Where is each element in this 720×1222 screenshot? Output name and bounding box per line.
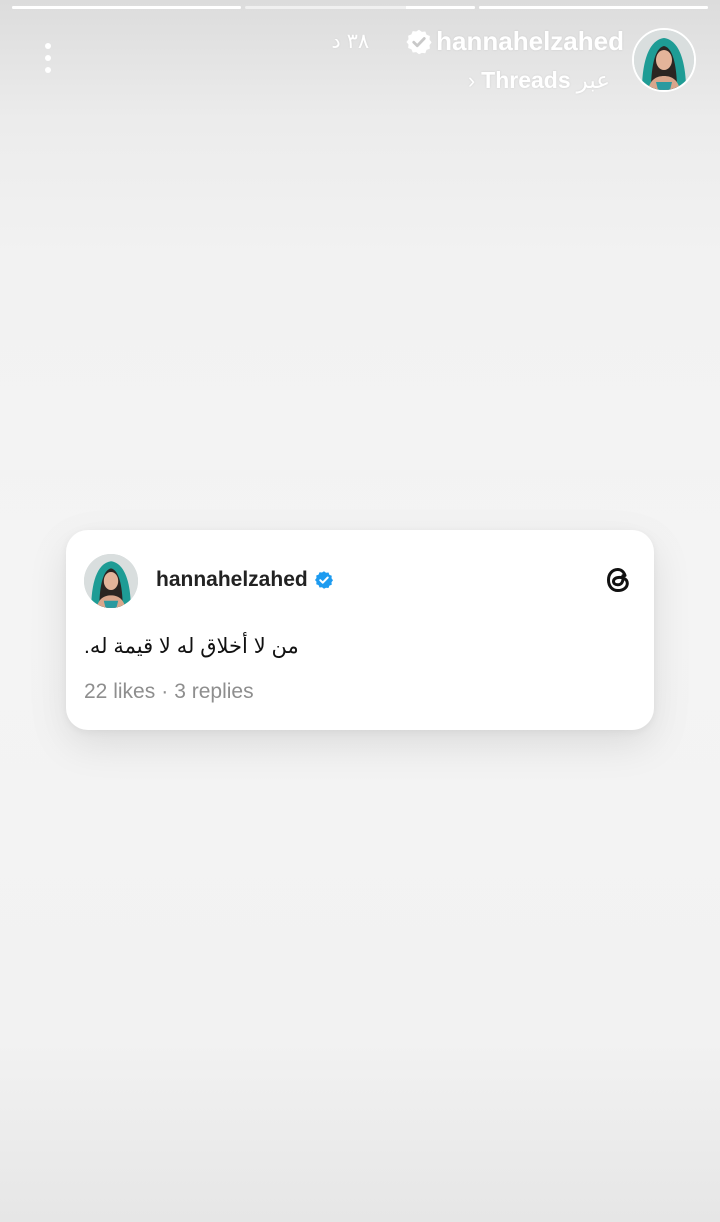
more-vertical-icon-dot xyxy=(45,67,51,73)
card-avatar-image xyxy=(84,554,138,608)
progress-fill xyxy=(405,6,475,9)
stats-separator: · xyxy=(161,680,169,703)
story-header: ٣٨ د hannahelzahed › Threads عبر xyxy=(204,26,624,94)
progress-fill xyxy=(12,6,242,9)
more-options-button[interactable] xyxy=(30,38,66,78)
progress-segment-2 xyxy=(245,6,475,9)
story-avatar[interactable] xyxy=(632,28,696,92)
replies-count[interactable]: 3 replies xyxy=(174,680,253,704)
post-text: من لا أخلاق له لا قيمة له. xyxy=(84,635,299,658)
via-app-name: Threads xyxy=(481,67,571,93)
likes-count[interactable]: 22 likes xyxy=(84,680,155,704)
verified-badge-icon xyxy=(314,571,333,589)
story-username[interactable]: hannahelzahed xyxy=(436,26,624,57)
more-vertical-icon-dot xyxy=(45,55,51,61)
story-progress-bars xyxy=(12,6,708,10)
progress-segment-3 xyxy=(12,6,242,9)
avatar-image xyxy=(634,30,694,90)
chevron-icon: › xyxy=(467,67,476,93)
verified-badge-icon xyxy=(406,29,432,54)
threads-logo-icon xyxy=(606,567,629,593)
card-username-row: hannahelzahed xyxy=(156,568,334,592)
card-username: hannahelzahed xyxy=(156,568,308,591)
card-avatar xyxy=(84,554,138,608)
via-threads-link[interactable]: › Threads عبر xyxy=(468,67,610,94)
story-time: ٣٨ د xyxy=(331,30,370,53)
via-prefix: عبر xyxy=(576,67,610,93)
story-header-top: ٣٨ د hannahelzahed xyxy=(331,26,624,57)
post-stats: 22 likes · 3 replies xyxy=(84,680,254,704)
progress-fill xyxy=(478,6,708,9)
threads-post-card[interactable]: hannahelzahed من لا أخلاق له لا قيمة له.… xyxy=(66,530,654,730)
more-vertical-icon xyxy=(45,43,51,49)
progress-segment-1 xyxy=(478,6,708,9)
